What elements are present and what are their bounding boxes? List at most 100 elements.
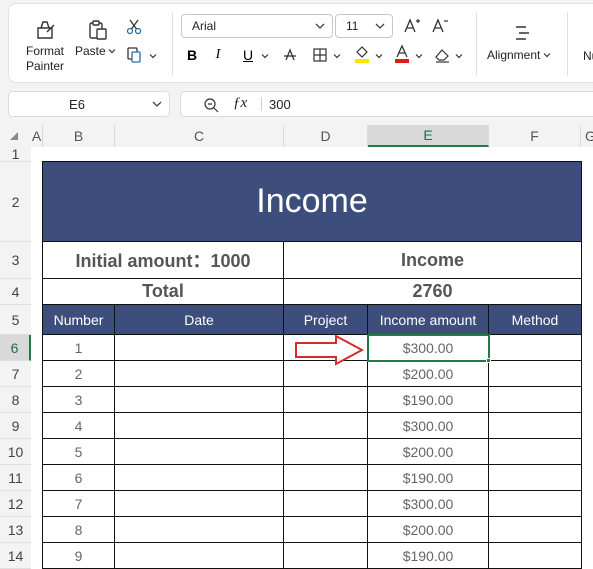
table-row-number[interactable]: 4	[43, 413, 115, 439]
formula-bar[interactable]: ƒx 300	[180, 91, 593, 117]
table-row-number[interactable]: 2	[43, 361, 115, 387]
table-row-method[interactable]	[489, 517, 582, 543]
table-row-amount[interactable]: $200.00	[368, 517, 489, 543]
header-project[interactable]: Project	[284, 305, 368, 335]
fill-color-button[interactable]	[351, 43, 373, 65]
clear-button[interactable]	[431, 44, 453, 66]
table-row-project[interactable]	[284, 387, 368, 413]
number-format-partial-label[interactable]: Nu	[583, 49, 593, 63]
table-row-date[interactable]	[115, 491, 284, 517]
table-row-number[interactable]: 9	[43, 543, 115, 569]
row-header-7[interactable]: 7	[0, 361, 31, 387]
underline-button[interactable]: U	[237, 44, 259, 66]
row-header-13[interactable]: 13	[0, 517, 31, 543]
table-row-amount[interactable]: $200.00	[368, 439, 489, 465]
fill-color-dropdown-icon[interactable]	[375, 52, 383, 60]
row-header-9[interactable]: 9	[0, 413, 31, 439]
table-row-amount[interactable]: $190.00	[368, 543, 489, 569]
initial-amount-cell[interactable]: Initial amount：1000	[43, 242, 284, 279]
row-header-3[interactable]: 3	[0, 242, 31, 279]
copy-dropdown-icon[interactable]	[149, 52, 157, 60]
font-color-dropdown-icon[interactable]	[415, 52, 423, 60]
table-row-number[interactable]: 8	[43, 517, 115, 543]
name-box[interactable]: E6	[8, 91, 170, 117]
col-header-f[interactable]: F	[489, 125, 581, 147]
col-header-d[interactable]: D	[284, 125, 368, 147]
income-label-cell[interactable]: Income	[284, 242, 582, 279]
table-row-method[interactable]	[489, 361, 582, 387]
table-row-amount[interactable]: $300.00	[368, 335, 489, 361]
font-size-select[interactable]: 11	[335, 14, 393, 38]
col-header-b[interactable]: B	[43, 125, 115, 147]
row-header-12[interactable]: 12	[0, 491, 31, 517]
bold-button[interactable]: B	[181, 44, 203, 66]
header-method[interactable]: Method	[489, 305, 582, 335]
table-row-number[interactable]: 3	[43, 387, 115, 413]
format-painter-button[interactable]: Format Painter	[17, 18, 73, 74]
table-row-date[interactable]	[115, 387, 284, 413]
table-row-method[interactable]	[489, 439, 582, 465]
row-header-6[interactable]: 6	[0, 335, 31, 361]
table-row-project[interactable]	[284, 543, 368, 569]
table-row-amount[interactable]: $200.00	[368, 361, 489, 387]
table-row-project[interactable]	[284, 517, 368, 543]
row-header-1[interactable]: 1	[0, 146, 31, 162]
income-title-cell[interactable]: Income	[43, 162, 582, 242]
fill-handle[interactable]	[486, 358, 491, 363]
row-header-14[interactable]: 14	[0, 543, 31, 569]
table-row-number[interactable]: 1	[43, 335, 115, 361]
table-row-date[interactable]	[115, 335, 284, 361]
select-all-corner[interactable]	[9, 131, 19, 141]
cut-button[interactable]	[123, 16, 145, 38]
borders-dropdown-icon[interactable]	[333, 52, 341, 60]
table-row-method[interactable]	[489, 413, 582, 439]
copy-button[interactable]	[123, 44, 145, 66]
row-header-10[interactable]: 10	[0, 439, 31, 465]
table-row-amount[interactable]: $300.00	[368, 413, 489, 439]
table-row-method[interactable]	[489, 465, 582, 491]
header-date[interactable]: Date	[115, 305, 284, 335]
font-name-select[interactable]: Arial	[181, 14, 333, 38]
table-row-number[interactable]: 7	[43, 491, 115, 517]
formula-input[interactable]: 300	[269, 97, 291, 112]
col-header-g[interactable]: G	[581, 125, 593, 147]
table-row-project[interactable]	[284, 413, 368, 439]
table-row-number[interactable]: 5	[43, 439, 115, 465]
strikethrough-button[interactable]	[279, 44, 301, 66]
decrease-font-button[interactable]	[429, 15, 451, 37]
underline-dropdown-icon[interactable]	[261, 52, 269, 60]
table-row-amount[interactable]: $190.00	[368, 465, 489, 491]
col-header-a[interactable]: A	[31, 125, 43, 147]
font-color-button[interactable]	[391, 43, 413, 65]
table-row-project[interactable]	[284, 439, 368, 465]
paste-button[interactable]: Paste	[75, 18, 119, 59]
table-row-amount[interactable]: $190.00	[368, 387, 489, 413]
col-header-e[interactable]: E	[368, 125, 489, 147]
table-row-date[interactable]	[115, 543, 284, 569]
table-row-date[interactable]	[115, 361, 284, 387]
table-row-project[interactable]	[284, 491, 368, 517]
row-header-5[interactable]: 5	[0, 305, 31, 335]
table-row-number[interactable]: 6	[43, 465, 115, 491]
table-row-date[interactable]	[115, 413, 284, 439]
table-row-method[interactable]	[489, 491, 582, 517]
total-value-cell[interactable]: 2760	[284, 279, 582, 305]
zoom-icon[interactable]	[203, 97, 219, 113]
table-row-method[interactable]	[489, 387, 582, 413]
total-label-cell[interactable]: Total	[43, 279, 284, 305]
table-row-method[interactable]	[489, 335, 582, 361]
table-row-project[interactable]	[284, 465, 368, 491]
fx-icon[interactable]: ƒx	[233, 95, 247, 112]
table-row-method[interactable]	[489, 543, 582, 569]
italic-button[interactable]: I	[207, 44, 229, 66]
borders-button[interactable]	[309, 44, 331, 66]
table-row-amount[interactable]: $300.00	[368, 491, 489, 517]
header-income-amount[interactable]: Income amount	[368, 305, 489, 335]
row-header-4[interactable]: 4	[0, 279, 31, 305]
alignment-button[interactable]: Alignment	[487, 22, 559, 63]
table-row-date[interactable]	[115, 517, 284, 543]
table-row-date[interactable]	[115, 465, 284, 491]
col-header-c[interactable]: C	[115, 125, 284, 147]
table-row-date[interactable]	[115, 439, 284, 465]
header-number[interactable]: Number	[43, 305, 115, 335]
